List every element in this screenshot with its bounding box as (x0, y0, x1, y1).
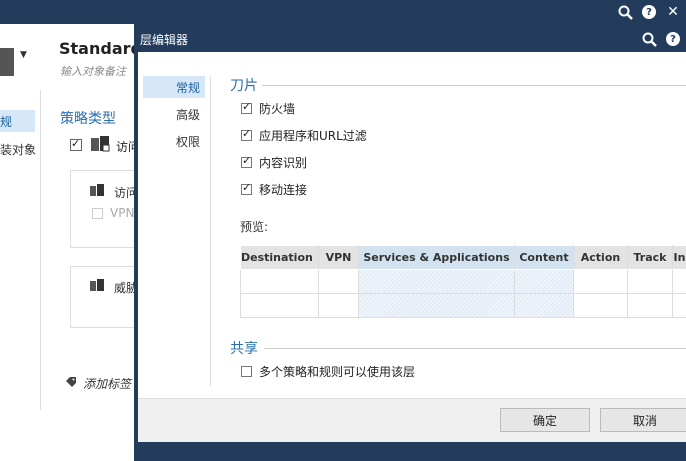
tag-icon (66, 377, 76, 387)
dialog-nav: 常规 高级 权限 (143, 76, 205, 157)
main-titlebar: ? ✕ (0, 0, 686, 24)
table-row (240, 269, 686, 294)
sharing-divider (264, 348, 686, 349)
add-tag-link[interactable]: 添加标签 (83, 375, 131, 392)
app-url-label: 应用程序和URL过滤 (259, 129, 367, 143)
preview-table: Destination VPN Services & Applications … (240, 245, 686, 318)
nav-item-general[interactable]: 常规 (143, 76, 205, 98)
blade-app-url[interactable]: 应用程序和URL过滤 (241, 127, 367, 144)
vpn-label: VPN (110, 206, 135, 220)
nav-divider (210, 76, 211, 386)
blade-mobile-access[interactable]: 移动连接 (241, 181, 307, 198)
column-header: Content (514, 245, 574, 270)
content-awareness-checkbox[interactable] (241, 154, 252, 168)
firewall-icon (90, 184, 104, 196)
cancel-button[interactable]: 取消 (600, 408, 686, 432)
column-header: In (672, 245, 686, 270)
firewall-label: 防火墙 (259, 102, 296, 116)
firewall-checkbox[interactable] (241, 100, 252, 114)
close-icon[interactable]: ✕ (664, 3, 682, 21)
nav-item-permissions[interactable]: 权限 (143, 130, 205, 152)
column-header: Destination (240, 245, 319, 270)
sharing-checkbox[interactable] (241, 366, 252, 377)
help-icon[interactable]: ? (640, 3, 658, 21)
ok-button[interactable]: 确定 (500, 408, 590, 432)
content-awareness-label: 内容识别 (259, 156, 308, 170)
column-header: Track (627, 245, 673, 270)
divider (40, 90, 41, 410)
policy-type-heading: 策略类型 (60, 111, 116, 127)
preview-label: 预览: (240, 220, 269, 234)
blade-content-awareness[interactable]: 内容识别 (241, 154, 307, 171)
threat-icon (90, 279, 104, 291)
firewall-icon (91, 136, 110, 152)
mobile-access-label: 移动连接 (259, 183, 308, 197)
mobile-access-checkbox[interactable] (241, 181, 252, 195)
vpn-checkbox[interactable] (92, 208, 103, 219)
blade-firewall[interactable]: 防火墙 (241, 100, 295, 117)
layer-name: Standard (59, 39, 142, 58)
column-header: Services & Applications (358, 245, 515, 270)
table-row (240, 293, 686, 318)
layer-dropdown[interactable] (0, 48, 14, 76)
search-icon[interactable] (616, 3, 634, 21)
column-header: Action (573, 245, 628, 270)
app-url-checkbox[interactable] (241, 127, 252, 141)
blades-heading: 刀片 (230, 78, 258, 94)
nav-item-advanced[interactable]: 高级 (143, 103, 205, 125)
main-nav-general[interactable]: 规 (0, 110, 35, 132)
column-header: VPN (318, 245, 359, 270)
access-checkbox[interactable] (70, 137, 82, 151)
chevron-down-icon[interactable]: ▼ (20, 50, 27, 60)
search-icon[interactable] (640, 30, 658, 48)
sharing-label: 多个策略和规则可以使用该层 (259, 365, 416, 379)
blades-divider (262, 85, 686, 86)
layer-note-input[interactable]: 输入对象备注 (60, 63, 126, 79)
sharing-heading: 共享 (230, 341, 258, 357)
main-nav-objects[interactable]: 装对象 (0, 141, 36, 158)
dialog-title: 层编辑器 (140, 33, 189, 47)
sharing-option[interactable]: 多个策略和规则可以使用该层 (241, 363, 415, 380)
help-icon[interactable]: ? (664, 30, 682, 48)
